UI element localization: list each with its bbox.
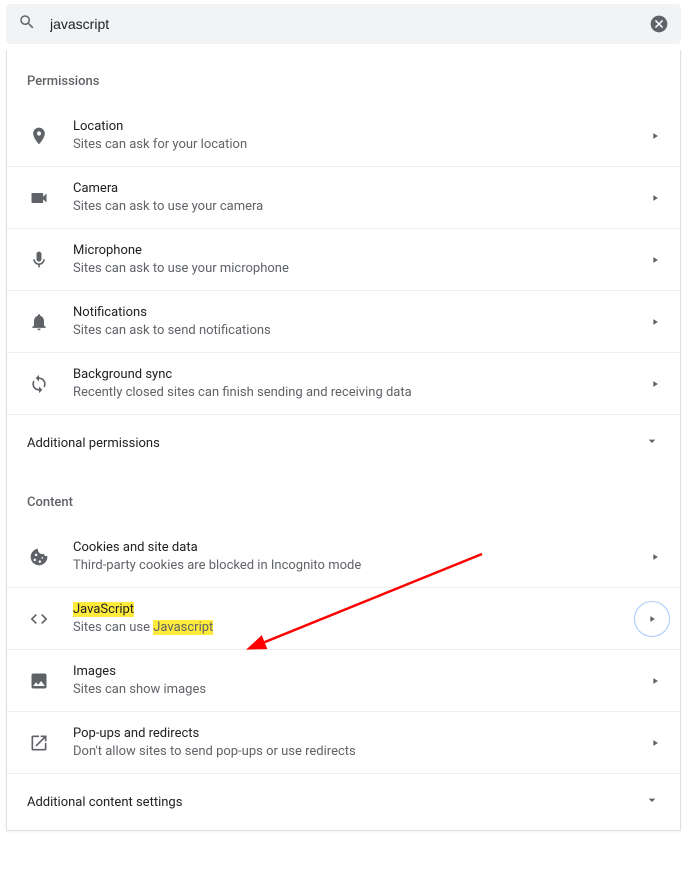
camera-icon <box>27 188 51 208</box>
search-input[interactable] <box>50 16 649 32</box>
row-title: JavaScript <box>73 602 660 617</box>
chevron-right-icon <box>650 671 660 690</box>
chevron-right-icon <box>647 609 657 628</box>
image-icon <box>27 671 51 691</box>
open-new-icon <box>27 733 51 753</box>
row-text: Images Sites can show images <box>73 664 650 697</box>
code-icon <box>27 609 51 629</box>
row-title: Camera <box>73 181 650 196</box>
row-subtitle: Sites can use Javascript <box>73 620 660 635</box>
row-title: Notifications <box>73 305 650 320</box>
chevron-right-icon <box>650 374 660 393</box>
row-subtitle: Third-party cookies are blocked in Incog… <box>73 558 650 573</box>
row-text: JavaScript Sites can use Javascript <box>73 602 660 635</box>
row-text: Cookies and site data Third-party cookie… <box>73 540 650 573</box>
popups-row[interactable]: Pop-ups and redirects Don't allow sites … <box>7 711 680 773</box>
images-row[interactable]: Images Sites can show images <box>7 649 680 711</box>
search-bar <box>6 4 681 44</box>
row-title: Pop-ups and redirects <box>73 726 650 741</box>
row-subtitle: Don't allow sites to send pop-ups or use… <box>73 744 650 759</box>
row-text: Camera Sites can ask to use your camera <box>73 181 650 214</box>
row-title: Background sync <box>73 367 650 382</box>
chevron-right-icon <box>650 547 660 566</box>
permissions-heading: Permissions <box>7 50 680 105</box>
bell-icon <box>27 312 51 332</box>
row-subtitle: Sites can ask to use your microphone <box>73 261 650 276</box>
content-heading: Content <box>7 471 680 526</box>
bgsync-row[interactable]: Background sync Recently closed sites ca… <box>7 352 680 414</box>
location-row[interactable]: Location Sites can ask for your location <box>7 105 680 166</box>
row-subtitle: Sites can ask for your location <box>73 137 650 152</box>
microphone-icon <box>27 250 51 270</box>
expand-label: Additional permissions <box>27 436 160 451</box>
row-title: Location <box>73 119 650 134</box>
notifications-row[interactable]: Notifications Sites can ask to send noti… <box>7 290 680 352</box>
row-title: Images <box>73 664 650 679</box>
expand-label: Additional content settings <box>27 795 182 810</box>
location-icon <box>27 126 51 146</box>
row-subtitle: Sites can ask to use your camera <box>73 199 650 214</box>
highlight-circle <box>634 601 670 637</box>
chevron-down-icon <box>644 433 660 453</box>
settings-panel: Permissions Location Sites can ask for y… <box>6 50 681 831</box>
row-text: Notifications Sites can ask to send noti… <box>73 305 650 338</box>
search-icon <box>18 13 36 35</box>
row-title: Microphone <box>73 243 650 258</box>
row-text: Microphone Sites can ask to use your mic… <box>73 243 650 276</box>
chevron-right-icon <box>650 188 660 207</box>
row-text: Background sync Recently closed sites ca… <box>73 367 650 400</box>
row-title: Cookies and site data <box>73 540 650 555</box>
row-subtitle: Sites can show images <box>73 682 650 697</box>
cookies-row[interactable]: Cookies and site data Third-party cookie… <box>7 526 680 587</box>
chevron-right-icon <box>650 733 660 752</box>
row-text: Location Sites can ask for your location <box>73 119 650 152</box>
javascript-row[interactable]: JavaScript Sites can use Javascript <box>7 587 680 649</box>
chevron-right-icon <box>650 126 660 145</box>
microphone-row[interactable]: Microphone Sites can ask to use your mic… <box>7 228 680 290</box>
additional-content-row[interactable]: Additional content settings <box>7 773 680 830</box>
row-subtitle: Sites can ask to send notifications <box>73 323 650 338</box>
chevron-right-icon <box>650 250 660 269</box>
cookie-icon <box>27 547 51 567</box>
chevron-right-icon <box>650 312 660 331</box>
chevron-down-icon <box>644 792 660 812</box>
clear-search-button[interactable] <box>649 14 669 34</box>
camera-row[interactable]: Camera Sites can ask to use your camera <box>7 166 680 228</box>
sync-icon <box>27 374 51 394</box>
row-subtitle: Recently closed sites can finish sending… <box>73 385 650 400</box>
row-text: Pop-ups and redirects Don't allow sites … <box>73 726 650 759</box>
additional-permissions-row[interactable]: Additional permissions <box>7 414 680 471</box>
